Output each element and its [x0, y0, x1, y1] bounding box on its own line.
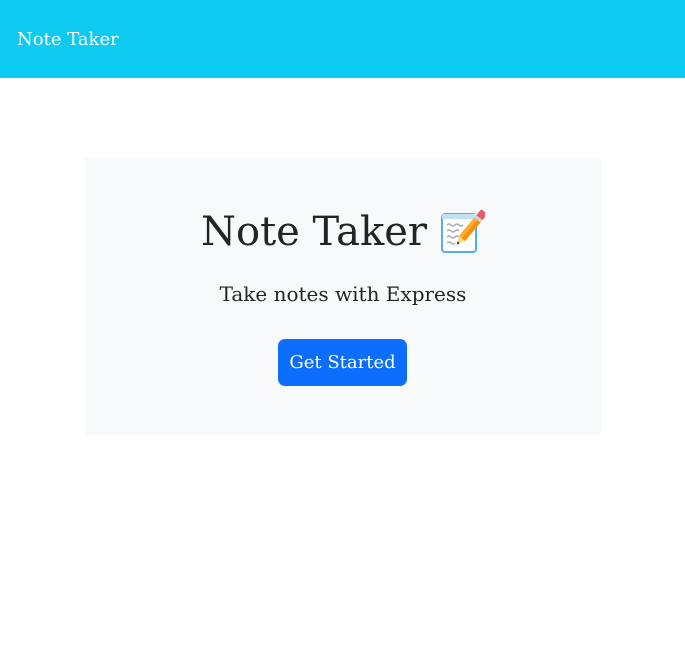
hero-panel: Note Taker Take notes with Express Get S… — [85, 158, 601, 435]
get-started-button[interactable]: Get Started — [278, 339, 407, 386]
hero-subtitle: Take notes with Express — [219, 282, 467, 306]
memo-icon — [439, 208, 487, 256]
hero-title-row: Note Taker — [85, 206, 601, 258]
navbar: Note Taker — [0, 0, 685, 78]
navbar-brand[interactable]: Note Taker — [17, 30, 119, 49]
page-title: Note Taker — [201, 209, 427, 255]
